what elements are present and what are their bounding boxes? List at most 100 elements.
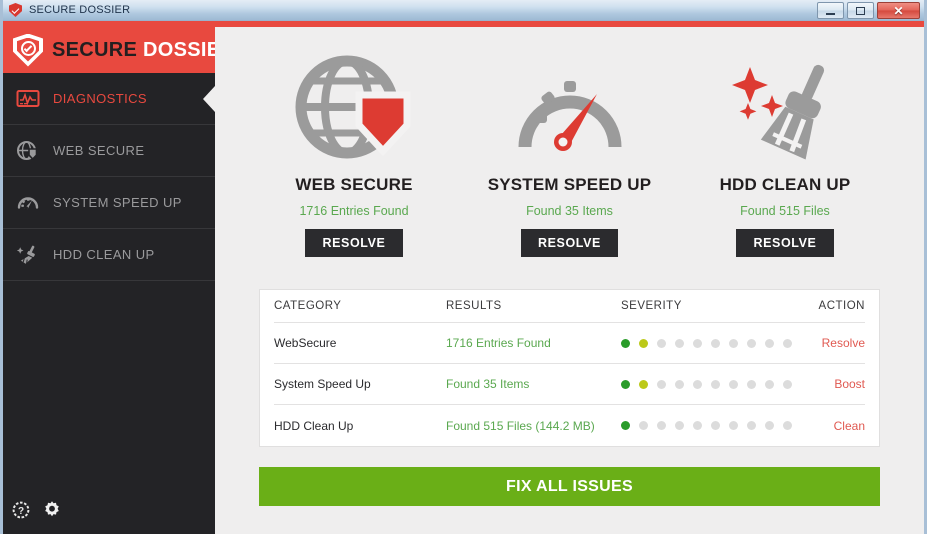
title-bar: SECURE DOSSIER ✕ <box>3 0 924 21</box>
table-row: HDD Clean Up Found 515 Files (144.2 MB) <box>274 405 865 446</box>
severity-dot <box>765 421 774 430</box>
sidebar-item-system-speed-up[interactable]: SYSTEM SPEED UP <box>3 177 215 229</box>
card-status: Found 35 Items <box>526 204 613 218</box>
card-title: WEB SECURE <box>295 175 413 194</box>
broom-icon <box>15 242 41 268</box>
row-category: HDD Clean Up <box>274 418 354 433</box>
sidebar-footer: ? <box>3 499 215 534</box>
broom-sparkle-icon <box>720 51 850 169</box>
severity-dot <box>693 338 702 348</box>
globe-shield-icon <box>289 51 419 169</box>
results-table: CATEGORY RESULTS SEVERITY ACTION WebSecu… <box>259 289 880 447</box>
brand-title-part1: SECURE <box>52 38 144 61</box>
column-header-action: ACTION <box>818 300 865 312</box>
severity-dot <box>675 421 684 430</box>
severity-dot <box>693 421 702 430</box>
fix-all-issues-button[interactable]: FIX ALL ISSUES <box>259 467 880 506</box>
row-category: System Speed Up <box>274 377 371 391</box>
card-web-secure: WEB SECURE 1716 Entries Found RESOLVE <box>259 51 449 257</box>
column-header-results: RESULTS <box>446 300 502 312</box>
help-icon[interactable]: ? <box>11 500 31 525</box>
severity-dot <box>621 379 630 389</box>
severity-dot <box>747 338 756 348</box>
brand-title: SECURE DOSSIER <box>52 39 235 62</box>
shield-check-icon <box>13 33 43 67</box>
titlebar-shield-icon <box>9 3 23 17</box>
resolve-button-system-speed-up[interactable]: RESOLVE <box>520 229 618 257</box>
row-results: Found 515 Files (144.2 MB) <box>446 418 595 433</box>
sidebar-nav: DIAGNOSTICS WEB SECURE SYSTEM SPEED UP H… <box>3 73 215 281</box>
app-window: SECURE DOSSIER ✕ SECURE DOSSIER DIAGNOST… <box>0 0 927 534</box>
window-controls: ✕ <box>817 2 920 19</box>
maximize-button[interactable] <box>847 2 874 19</box>
sidebar-item-web-secure[interactable]: WEB SECURE <box>3 125 215 177</box>
row-results: Found 35 Items <box>446 377 530 391</box>
active-pointer-icon <box>203 85 215 112</box>
close-icon: ✕ <box>893 3 904 18</box>
table-row: System Speed Up Found 35 Items Boost <box>274 364 865 405</box>
row-action-boost[interactable]: Boost <box>811 377 865 391</box>
severity-dot <box>765 338 774 348</box>
sidebar-item-label: DIAGNOSTICS <box>53 91 147 106</box>
severity-dot <box>657 379 666 389</box>
row-action-resolve[interactable]: Resolve <box>811 336 865 350</box>
brand-header: SECURE DOSSIER <box>3 27 235 73</box>
severity-dot <box>657 421 666 430</box>
severity-dot <box>621 421 630 430</box>
sidebar-item-diagnostics[interactable]: DIAGNOSTICS <box>3 73 215 125</box>
card-system-speed-up: SYSTEM SPEED UP Found 35 Items RESOLVE <box>475 51 665 257</box>
speedometer-icon <box>505 51 635 169</box>
card-hdd-clean-up: HDD CLEAN UP Found 515 Files RESOLVE <box>690 51 880 257</box>
severity-dot <box>729 379 738 389</box>
severity-dot <box>639 421 648 430</box>
sidebar-item-label: SYSTEM SPEED UP <box>53 195 182 210</box>
row-results: 1716 Entries Found <box>446 336 551 350</box>
severity-dot <box>711 338 720 348</box>
severity-dot <box>657 338 666 348</box>
column-header-category: CATEGORY <box>274 300 342 312</box>
card-title: HDD CLEAN UP <box>719 175 851 194</box>
column-header-severity: SEVERITY <box>621 300 682 312</box>
resolve-button-web-secure[interactable]: RESOLVE <box>305 229 403 257</box>
svg-text:?: ? <box>18 506 24 517</box>
severity-dot <box>621 338 630 348</box>
severity-dot <box>711 421 720 430</box>
severity-dot <box>675 338 684 348</box>
card-status: Found 515 Files <box>740 204 830 218</box>
main-content: WEB SECURE 1716 Entries Found RESOLVE SY… <box>215 27 924 534</box>
sidebar-item-label: WEB SECURE <box>53 143 145 158</box>
row-category: WebSecure <box>274 336 337 350</box>
row-severity <box>621 338 811 348</box>
severity-dot <box>639 338 648 348</box>
severity-dot <box>747 379 756 389</box>
sidebar-item-hdd-clean-up[interactable]: HDD CLEAN UP <box>3 229 215 281</box>
severity-dot <box>639 379 648 389</box>
sidebar: SECURE DOSSIER DIAGNOSTICS WEB SECURE SY… <box>3 27 235 534</box>
severity-dot <box>693 379 702 389</box>
window-title: SECURE DOSSIER <box>29 4 131 16</box>
severity-dot <box>675 379 684 389</box>
table-row: WebSecure 1716 Entries Found Resolve <box>274 323 865 364</box>
minimize-icon <box>826 12 835 15</box>
table-header-row: CATEGORY RESULTS SEVERITY ACTION <box>274 290 865 323</box>
row-action-clean[interactable]: Clean <box>811 419 865 433</box>
resolve-button-hdd-clean-up[interactable]: RESOLVE <box>736 229 834 257</box>
maximize-icon <box>856 6 865 15</box>
globe-shield-icon <box>15 138 41 164</box>
severity-dot <box>711 379 720 389</box>
close-button[interactable]: ✕ <box>877 2 920 19</box>
severity-dot <box>747 421 756 430</box>
severity-dot <box>729 338 738 348</box>
card-status: 1716 Entries Found <box>299 204 409 218</box>
severity-dot <box>783 379 792 389</box>
severity-dot <box>783 338 792 348</box>
row-severity <box>621 379 811 389</box>
feature-cards: WEB SECURE 1716 Entries Found RESOLVE SY… <box>259 27 880 257</box>
card-title: SYSTEM SPEED UP <box>487 175 652 194</box>
speedometer-icon <box>15 190 41 216</box>
row-severity <box>621 421 811 430</box>
severity-dot <box>729 421 738 430</box>
severity-dot <box>783 421 792 430</box>
minimize-button[interactable] <box>817 2 844 19</box>
gear-icon[interactable] <box>41 499 63 526</box>
